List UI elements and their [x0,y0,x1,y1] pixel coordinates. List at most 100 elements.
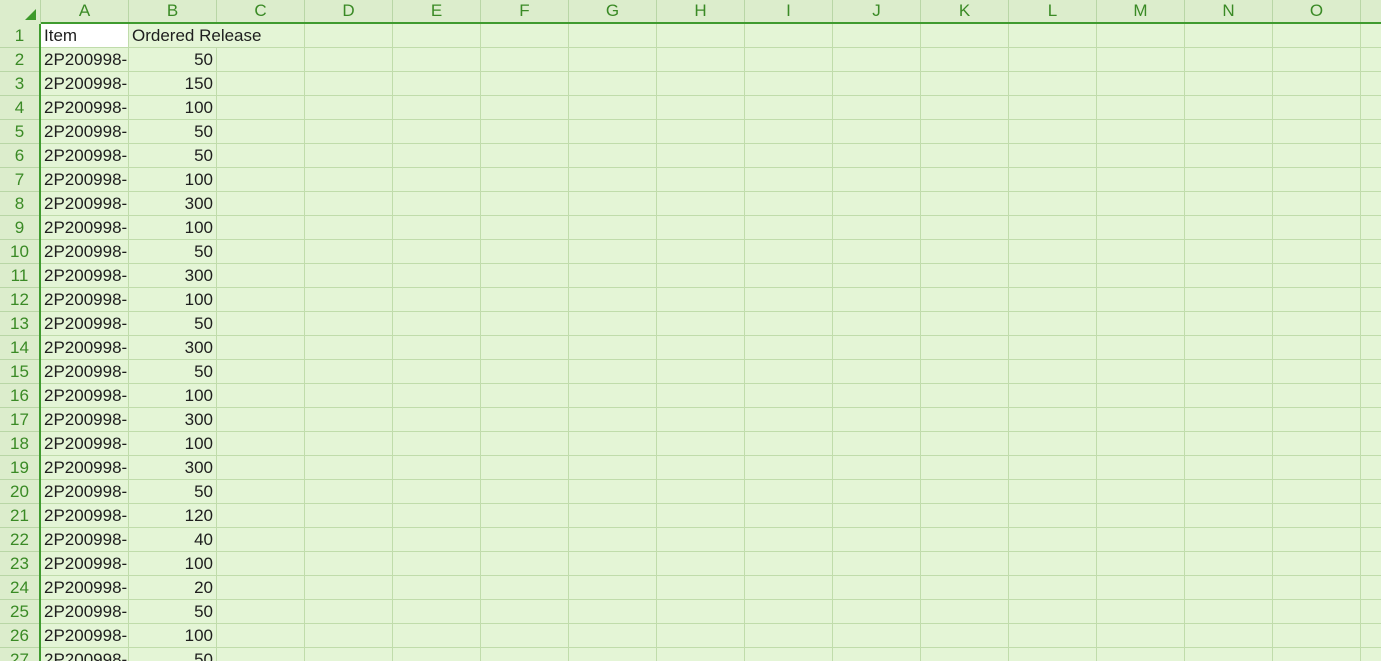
cell-e14[interactable] [393,336,481,360]
cell-h27[interactable] [657,648,745,661]
cell-c27[interactable] [217,648,305,661]
row-header-23[interactable]: 23 [0,552,39,576]
cell-n17[interactable] [1185,408,1273,432]
cell-a21[interactable]: 2P200998- [41,504,129,528]
cell-d7[interactable] [305,168,393,192]
cell-g19[interactable] [569,456,657,480]
cell-o9[interactable] [1273,216,1361,240]
cell-k15[interactable] [921,360,1009,384]
cell-c12[interactable] [217,288,305,312]
cell-i9[interactable] [745,216,833,240]
cell-i24[interactable] [745,576,833,600]
cell-d18[interactable] [305,432,393,456]
cell-f14[interactable] [481,336,569,360]
cell-next17[interactable] [1361,408,1381,432]
cell-o5[interactable] [1273,120,1361,144]
cell-i14[interactable] [745,336,833,360]
cell-c19[interactable] [217,456,305,480]
cell-k16[interactable] [921,384,1009,408]
row-header-12[interactable]: 12 [0,288,39,312]
cell-b24[interactable]: 20 [129,576,217,600]
cell-j19[interactable] [833,456,921,480]
cell-h3[interactable] [657,72,745,96]
cell-d26[interactable] [305,624,393,648]
cell-i13[interactable] [745,312,833,336]
cell-h9[interactable] [657,216,745,240]
cell-b4[interactable]: 100 [129,96,217,120]
cell-f19[interactable] [481,456,569,480]
cell-n21[interactable] [1185,504,1273,528]
cell-n26[interactable] [1185,624,1273,648]
cell-l20[interactable] [1009,480,1097,504]
cell-l4[interactable] [1009,96,1097,120]
cell-d3[interactable] [305,72,393,96]
cell-g14[interactable] [569,336,657,360]
cell-e7[interactable] [393,168,481,192]
column-header-next[interactable] [1361,0,1381,22]
cell-h1[interactable] [657,24,745,48]
cell-h19[interactable] [657,456,745,480]
cell-c11[interactable] [217,264,305,288]
cell-h16[interactable] [657,384,745,408]
cell-h21[interactable] [657,504,745,528]
cell-i21[interactable] [745,504,833,528]
cell-a7[interactable]: 2P200998- [41,168,129,192]
cell-b10[interactable]: 50 [129,240,217,264]
cell-a12[interactable]: 2P200998- [41,288,129,312]
cell-d8[interactable] [305,192,393,216]
cell-n13[interactable] [1185,312,1273,336]
cell-g2[interactable] [569,48,657,72]
cell-j11[interactable] [833,264,921,288]
row-header-10[interactable]: 10 [0,240,39,264]
cell-n20[interactable] [1185,480,1273,504]
cell-h12[interactable] [657,288,745,312]
column-header-b[interactable]: B [129,0,217,22]
cell-o18[interactable] [1273,432,1361,456]
cell-n23[interactable] [1185,552,1273,576]
cell-j4[interactable] [833,96,921,120]
cell-b22[interactable]: 40 [129,528,217,552]
cell-i7[interactable] [745,168,833,192]
cell-j15[interactable] [833,360,921,384]
cell-n27[interactable] [1185,648,1273,661]
cell-n11[interactable] [1185,264,1273,288]
cell-d19[interactable] [305,456,393,480]
cell-i17[interactable] [745,408,833,432]
cell-n12[interactable] [1185,288,1273,312]
cell-f6[interactable] [481,144,569,168]
cell-i4[interactable] [745,96,833,120]
cell-k10[interactable] [921,240,1009,264]
cell-next13[interactable] [1361,312,1381,336]
cell-e11[interactable] [393,264,481,288]
cell-k4[interactable] [921,96,1009,120]
cell-n9[interactable] [1185,216,1273,240]
row-header-2[interactable]: 2 [0,48,39,72]
spreadsheet[interactable]: ABCDEFGHIJKLMNO 1 2 3 4 5 6 7 8 9 10 11 12 13 14 15 16 1… [0,0,1381,661]
cell-f4[interactable] [481,96,569,120]
cell-f9[interactable] [481,216,569,240]
row-header-16[interactable]: 16 [0,384,39,408]
select-all-triangle-icon[interactable] [25,9,36,20]
cell-m2[interactable] [1097,48,1185,72]
cell-m26[interactable] [1097,624,1185,648]
cell-m15[interactable] [1097,360,1185,384]
cell-c23[interactable] [217,552,305,576]
cell-f7[interactable] [481,168,569,192]
cell-c21[interactable] [217,504,305,528]
cell-l17[interactable] [1009,408,1097,432]
cell-m7[interactable] [1097,168,1185,192]
cell-a3[interactable]: 2P200998- [41,72,129,96]
cell-g3[interactable] [569,72,657,96]
cell-g15[interactable] [569,360,657,384]
cell-next21[interactable] [1361,504,1381,528]
cell-n15[interactable] [1185,360,1273,384]
cell-l18[interactable] [1009,432,1097,456]
cell-next1[interactable] [1361,24,1381,48]
cell-d10[interactable] [305,240,393,264]
cell-f3[interactable] [481,72,569,96]
cell-e1[interactable] [393,24,481,48]
cell-l3[interactable] [1009,72,1097,96]
cell-g4[interactable] [569,96,657,120]
cell-f5[interactable] [481,120,569,144]
cell-l23[interactable] [1009,552,1097,576]
